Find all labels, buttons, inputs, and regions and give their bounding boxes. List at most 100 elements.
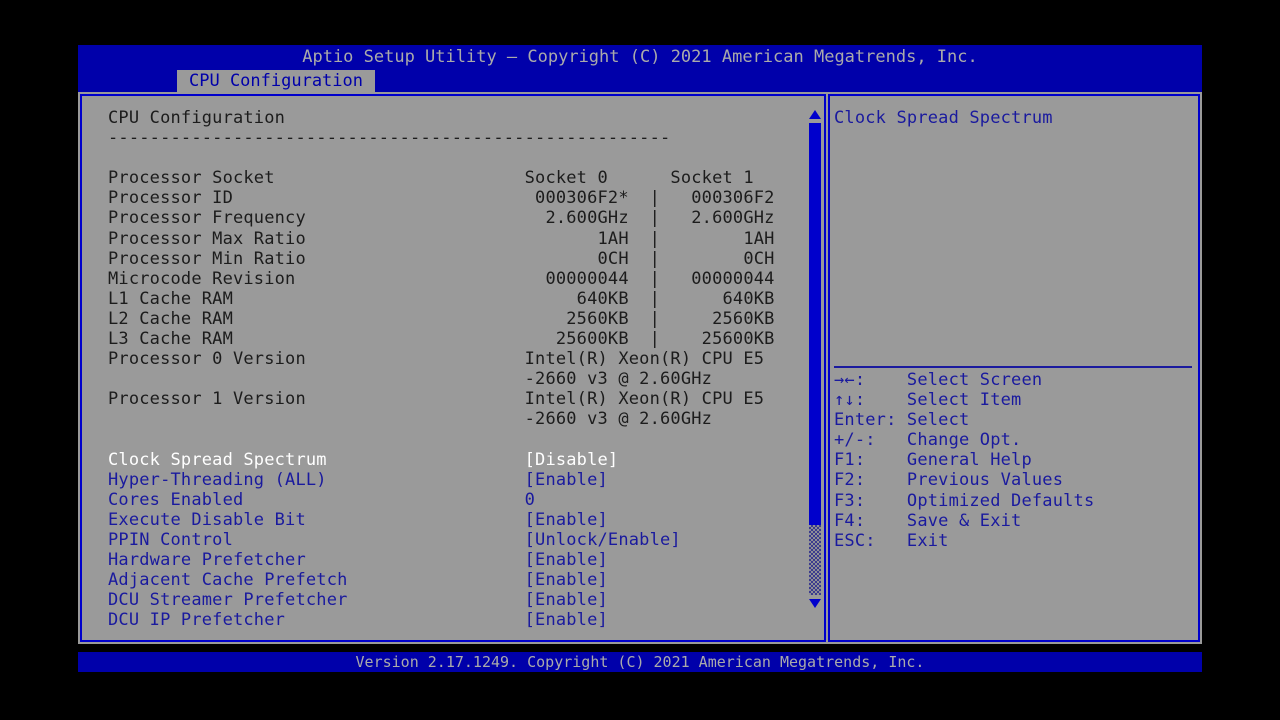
info-row: L3 Cache RAM 25600KB | 25600KB xyxy=(108,329,775,349)
version-row-value-line1: Intel(R) Xeon(R) CPU E5 xyxy=(524,389,765,410)
setting-value[interactable]: [Enable] xyxy=(525,570,608,590)
info-row-separator: | xyxy=(628,308,681,329)
info-row: Processor ID 000306F2* | 000306F2 xyxy=(108,188,775,208)
info-row-separator: | xyxy=(628,248,681,269)
key-legend-row: F2: Previous Values xyxy=(834,470,1094,490)
info-row-label: L2 Cache RAM xyxy=(108,308,525,329)
setting-row[interactable]: DCU Streamer Prefetcher [Enable] xyxy=(108,590,775,610)
section-title-text: CPU Configuration xyxy=(108,108,286,128)
setting-label[interactable]: Clock Spread Spectrum xyxy=(108,450,525,470)
key-legend-key: +/-: xyxy=(834,430,907,451)
setting-value[interactable]: [Enable] xyxy=(525,510,608,530)
version-row-indent xyxy=(108,369,525,389)
setting-label[interactable]: PPIN Control xyxy=(108,530,525,550)
key-legend-action: Select xyxy=(906,410,970,431)
info-row-socket1: 2.600GHz xyxy=(680,208,775,229)
settings-text-grid: CPU Configuration -----------------------… xyxy=(108,108,775,630)
setting-value[interactable]: 0 xyxy=(525,490,535,510)
scroll-down-arrow-icon[interactable] xyxy=(809,599,821,608)
key-legend-row: F3: Optimized Defaults xyxy=(834,491,1094,511)
setting-value[interactable]: [Enable] xyxy=(525,610,608,630)
key-legend-key: F1: xyxy=(834,450,907,471)
setting-row-selected[interactable]: Clock Spread Spectrum [Disable] xyxy=(108,450,775,470)
info-row-label: Processor Socket xyxy=(108,168,525,189)
info-row-socket0: 640KB xyxy=(524,288,629,309)
key-legend-action: Change Opt. xyxy=(906,430,1022,451)
info-row-socket1: 0CH xyxy=(680,248,775,269)
setting-value[interactable]: [Enable] xyxy=(525,470,608,490)
scrollbar-track-dither[interactable] xyxy=(809,525,821,595)
key-legend-row: ↑↓: Select Item xyxy=(834,390,1094,410)
setting-label[interactable]: Adjacent Cache Prefetch xyxy=(108,570,525,590)
setting-label[interactable]: Execute Disable Bit xyxy=(108,510,525,530)
setting-row[interactable]: Execute Disable Bit [Enable] xyxy=(108,510,775,530)
bios-screen: Aptio Setup Utility – Copyright (C) 2021… xyxy=(0,0,1280,720)
info-row: Processor Frequency 2.600GHz | 2.600GHz xyxy=(108,208,775,228)
key-legend-row: ESC: Exit xyxy=(834,531,1094,551)
info-row: Processor Min Ratio 0CH | 0CH xyxy=(108,249,775,269)
info-row-socket0: Socket 0 xyxy=(524,168,671,189)
info-row-separator: | xyxy=(628,188,681,209)
info-row-label: Processor Max Ratio xyxy=(108,228,525,249)
setting-row[interactable]: Cores Enabled 0 xyxy=(108,490,775,510)
setting-value[interactable]: [Disable] xyxy=(525,450,619,470)
help-title: Clock Spread Spectrum xyxy=(834,108,1053,128)
scroll-up-arrow-icon[interactable] xyxy=(809,110,821,119)
version-row-cont: -2660 v3 @ 2.60GHz xyxy=(108,369,775,389)
info-row-separator: | xyxy=(628,288,681,309)
key-legend-row: F1: General Help xyxy=(834,450,1094,470)
setting-row[interactable]: Hardware Prefetcher [Enable] xyxy=(108,550,775,570)
version-row: Processor 0 Version Intel(R) Xeon(R) CPU… xyxy=(108,349,775,369)
key-legend-action: General Help xyxy=(906,450,1032,471)
key-legend-row: +/-: Change Opt. xyxy=(834,430,1094,450)
version-row-value-line1: Intel(R) Xeon(R) CPU E5 xyxy=(524,349,765,370)
setting-row[interactable]: Adjacent Cache Prefetch [Enable] xyxy=(108,570,775,590)
info-row-socket0: 25600KB xyxy=(524,329,629,350)
key-legend-action: Optimized Defaults xyxy=(906,490,1095,511)
setting-row[interactable]: PPIN Control [Unlock/Enable] xyxy=(108,530,775,550)
version-row-value-line2: -2660 v3 @ 2.60GHz xyxy=(524,409,713,430)
setting-row[interactable]: Hyper-Threading (ALL) [Enable] xyxy=(108,470,775,490)
info-row-label: Processor Min Ratio xyxy=(108,248,525,269)
version-row-label: Processor 1 Version xyxy=(108,389,525,410)
info-row-separator: | xyxy=(628,268,681,289)
setting-label[interactable]: DCU Streamer Prefetcher xyxy=(108,590,525,610)
setting-label[interactable]: Hardware Prefetcher xyxy=(108,550,525,570)
setting-value[interactable]: [Enable] xyxy=(525,550,608,570)
info-row-socket1: 1AH xyxy=(680,228,775,249)
key-legend-key: →←: xyxy=(834,370,907,390)
scrollbar-thumb[interactable] xyxy=(809,123,821,525)
info-row-socket1: 2560KB xyxy=(680,308,775,329)
setting-label[interactable]: DCU IP Prefetcher xyxy=(108,610,525,630)
key-legend-row: →←: Select Screen xyxy=(834,370,1094,390)
info-row-label: Microcode Revision xyxy=(108,268,525,289)
info-row-separator: | xyxy=(628,329,681,350)
divider-text: ----------------------------------------… xyxy=(108,128,671,149)
tab-cpu-configuration[interactable]: CPU Configuration xyxy=(177,70,375,92)
version-row: Processor 1 Version Intel(R) Xeon(R) CPU… xyxy=(108,389,775,409)
key-legend-key: Enter: xyxy=(834,410,907,431)
setting-value[interactable]: [Unlock/Enable] xyxy=(525,530,681,550)
setting-label[interactable]: Cores Enabled xyxy=(108,490,525,510)
setting-row[interactable]: DCU IP Prefetcher [Enable] xyxy=(108,610,775,630)
info-row-label: Processor Frequency xyxy=(108,208,525,229)
setting-value[interactable]: [Enable] xyxy=(525,590,608,610)
help-separator xyxy=(834,366,1192,368)
info-row: L1 Cache RAM 640KB | 640KB xyxy=(108,289,775,309)
version-row-indent xyxy=(108,409,525,429)
info-row-socket1: 00000044 xyxy=(680,268,775,289)
settings-scrollbar[interactable] xyxy=(808,108,822,610)
info-row-separator: | xyxy=(628,208,681,229)
info-row: Processor Max Ratio 1AH | 1AH xyxy=(108,229,775,249)
help-title-label: Clock Spread Spectrum xyxy=(834,108,1053,128)
version-row-cont: -2660 v3 @ 2.60GHz xyxy=(108,409,775,429)
key-legend-key: ↑↓: xyxy=(834,390,907,411)
info-row-socket0: 00000044 xyxy=(524,268,629,289)
setting-label[interactable]: Hyper-Threading (ALL) xyxy=(108,470,525,490)
key-legend-key: F4: xyxy=(834,510,907,531)
info-row-socket0: 1AH xyxy=(524,228,629,249)
info-row-socket0: 000306F2* xyxy=(524,188,629,209)
info-row-socket1: 000306F2 xyxy=(680,188,775,209)
